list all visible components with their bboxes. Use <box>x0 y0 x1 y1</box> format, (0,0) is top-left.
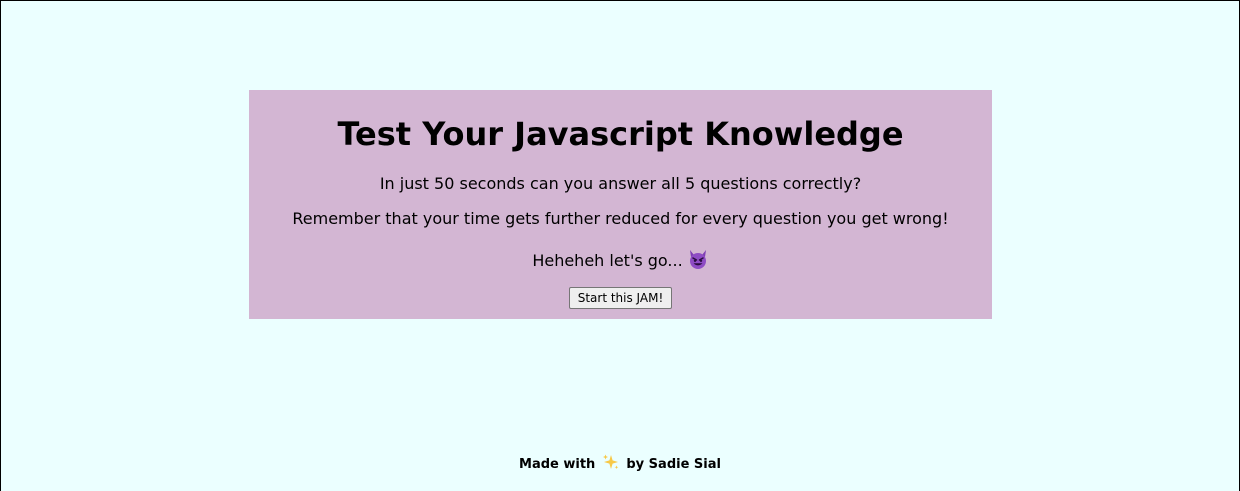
footer-prefix: Made with <box>519 457 596 472</box>
footer-author: by Sadie Sial <box>626 457 721 472</box>
smiling-devil-icon <box>687 248 709 276</box>
lets-go-text: Heheheh let's go... <box>532 251 683 270</box>
footer-credit: Made with by Sadie Sial <box>1 453 1239 478</box>
lets-go-line: Heheheh let's go... <box>249 248 992 276</box>
start-quiz-button[interactable]: Start this JAM! <box>569 287 672 309</box>
warning-text: Remember that your time gets further red… <box>292 209 949 228</box>
sparkles-icon <box>602 453 620 478</box>
page-title: Test Your Javascript Knowledge <box>337 115 904 153</box>
intro-text: In just 50 seconds can you answer all 5 … <box>379 174 862 193</box>
intro-card: Test Your Javascript Knowledge In just 5… <box>249 90 992 319</box>
